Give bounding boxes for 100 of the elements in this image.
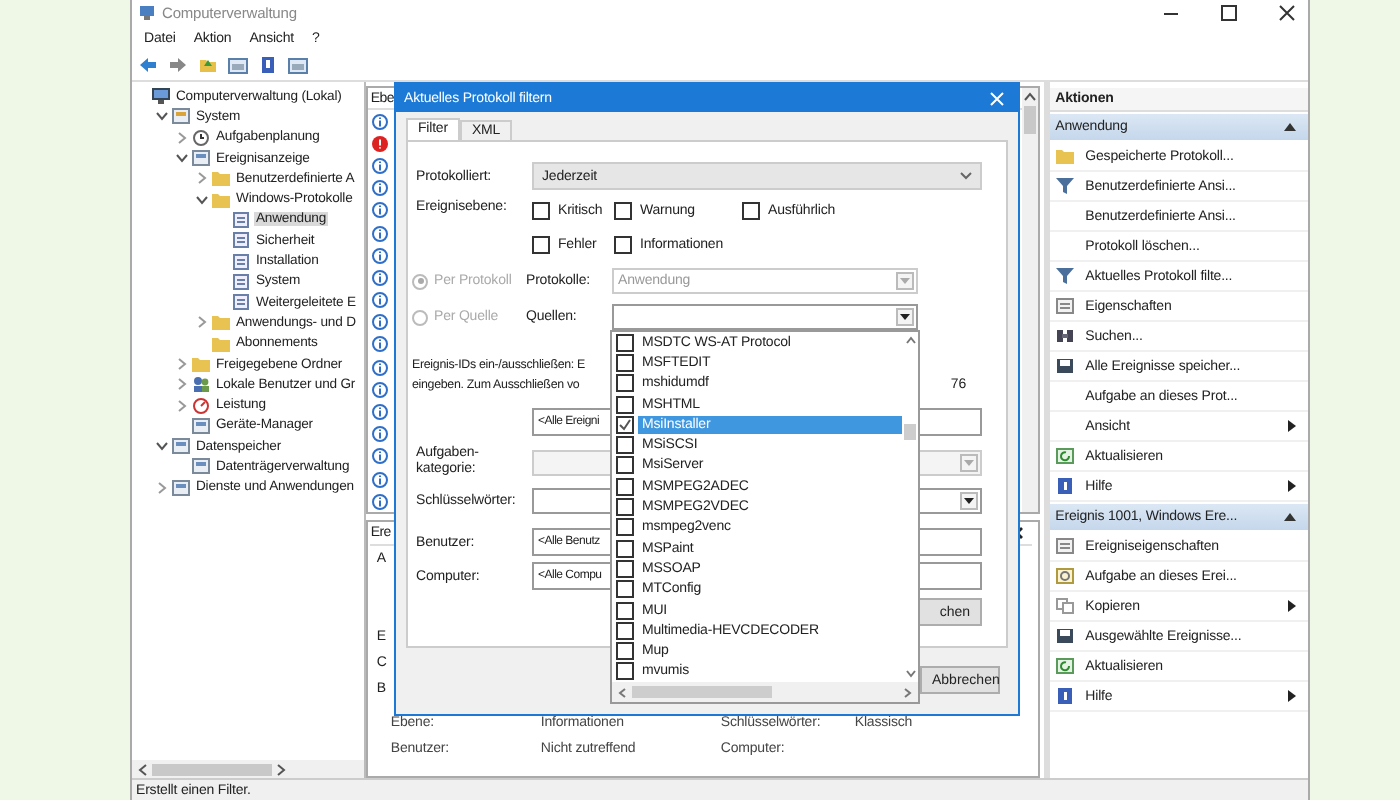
checkbox[interactable] xyxy=(616,456,634,475)
info-icon xyxy=(372,471,389,488)
scroll-left-icon[interactable] xyxy=(618,687,626,698)
maximize-icon[interactable] xyxy=(1220,4,1238,22)
forward-icon[interactable] xyxy=(168,56,188,74)
log-icon xyxy=(232,273,250,290)
console-icon[interactable] xyxy=(228,56,248,74)
scrollbar[interactable] xyxy=(902,332,918,683)
console-icon xyxy=(172,438,190,455)
info-icon xyxy=(372,336,389,353)
info-icon xyxy=(372,381,389,398)
log-icon xyxy=(232,294,250,311)
computer-icon xyxy=(152,88,170,105)
close-icon[interactable] xyxy=(1278,4,1296,22)
properties-icon xyxy=(1055,538,1074,554)
dropdown-button[interactable] xyxy=(960,492,978,510)
info-icon xyxy=(372,448,389,465)
info-icon xyxy=(372,113,389,130)
scroll-right-icon[interactable] xyxy=(276,763,286,775)
refresh-icon xyxy=(1055,448,1074,464)
checkbox[interactable] xyxy=(616,662,634,681)
scroll-thumb[interactable] xyxy=(904,424,916,440)
info-icon xyxy=(372,247,389,264)
console-icon xyxy=(192,150,210,167)
console-icon xyxy=(192,458,210,475)
info-icon xyxy=(372,292,389,309)
checkbox[interactable] xyxy=(742,202,760,220)
info-icon xyxy=(372,314,389,331)
task-icon xyxy=(1055,568,1074,584)
help-book-icon xyxy=(1055,688,1074,704)
log-icon xyxy=(232,211,250,228)
copy-icon xyxy=(1055,598,1074,614)
checkbox[interactable] xyxy=(616,642,634,661)
dropdown-button[interactable] xyxy=(896,308,914,326)
scroll-left-icon[interactable] xyxy=(138,763,148,775)
checkbox[interactable] xyxy=(616,353,634,372)
save-icon xyxy=(1055,358,1074,374)
checkbox[interactable] xyxy=(616,539,634,558)
filter-icon xyxy=(1055,268,1074,284)
checkbox[interactable] xyxy=(616,436,634,455)
console-icon[interactable] xyxy=(288,56,308,74)
info-icon xyxy=(372,493,389,510)
dropdown-arrow-icon xyxy=(900,314,910,320)
collapse-arrow-icon[interactable] xyxy=(1284,122,1296,132)
save-icon xyxy=(1055,628,1074,644)
checkbox[interactable] xyxy=(616,333,634,352)
back-icon[interactable] xyxy=(138,56,158,74)
scroll-thumb[interactable] xyxy=(152,763,272,775)
scroll-thumb[interactable] xyxy=(1023,106,1036,134)
collapse-arrow-icon[interactable] xyxy=(1284,512,1296,522)
checkbox[interactable] xyxy=(532,202,550,220)
checkbox[interactable] xyxy=(616,601,634,619)
console-icon xyxy=(192,417,210,434)
console-icon xyxy=(172,479,190,496)
info-icon xyxy=(372,404,389,421)
checkbox[interactable] xyxy=(616,621,634,640)
scrollbar[interactable] xyxy=(612,682,918,702)
properties-icon xyxy=(1055,298,1074,314)
checkbox[interactable] xyxy=(616,477,634,496)
filter-icon xyxy=(1055,178,1074,194)
scroll-up-icon[interactable] xyxy=(905,336,915,344)
gauge-icon xyxy=(192,397,210,414)
dropdown-arrow-icon xyxy=(900,278,910,284)
users-icon xyxy=(192,376,210,393)
refresh-icon xyxy=(1055,658,1074,674)
info-icon xyxy=(372,426,389,443)
log-icon xyxy=(232,253,250,270)
scroll-thumb[interactable] xyxy=(632,686,772,699)
scrollbar[interactable] xyxy=(132,760,365,778)
info-icon xyxy=(372,180,389,197)
folder-icon xyxy=(1055,148,1074,164)
checkbox[interactable] xyxy=(532,236,550,254)
help-icon[interactable] xyxy=(258,56,278,74)
checkbox[interactable] xyxy=(616,559,634,578)
clock-icon xyxy=(192,129,210,146)
checkbox[interactable] xyxy=(616,580,634,599)
checkbox[interactable] xyxy=(616,415,634,434)
dropdown-arrow-icon xyxy=(964,498,974,504)
scroll-up-icon[interactable] xyxy=(1023,92,1036,102)
scroll-right-icon[interactable] xyxy=(904,687,912,698)
info-icon xyxy=(372,269,389,286)
help-book-icon xyxy=(1055,478,1074,494)
binoculars-icon xyxy=(1055,328,1074,344)
info-icon xyxy=(372,202,389,219)
checkbox[interactable] xyxy=(614,236,632,254)
log-icon xyxy=(232,232,250,249)
scrollbar[interactable] xyxy=(1021,88,1038,512)
checkbox[interactable] xyxy=(616,395,634,414)
scroll-down-icon[interactable] xyxy=(905,670,915,679)
info-icon xyxy=(372,359,389,376)
info-icon xyxy=(372,157,389,174)
console-icon xyxy=(172,108,190,125)
checkbox[interactable] xyxy=(616,518,634,537)
error-icon xyxy=(372,135,389,152)
checkbox[interactable] xyxy=(616,374,634,393)
checkbox[interactable] xyxy=(616,498,634,517)
app-icon xyxy=(138,4,156,22)
dropdown-arrow-icon xyxy=(964,460,974,466)
checkbox[interactable] xyxy=(614,202,632,220)
folder-icon[interactable] xyxy=(198,56,218,74)
